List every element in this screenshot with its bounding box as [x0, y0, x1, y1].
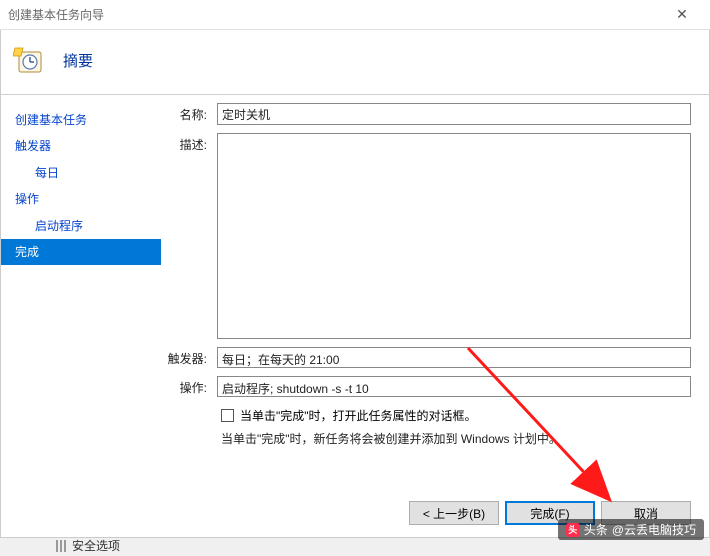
action-label: 操作: — [161, 376, 207, 396]
sidebar-item-create-task[interactable]: 创建基本任务 — [1, 107, 161, 133]
back-button[interactable]: < 上一步(B) — [409, 501, 499, 525]
sidebar-item-action[interactable]: 操作 — [1, 186, 161, 212]
background-peek-label: 安全选项 — [72, 537, 120, 554]
sidebar-item-finish[interactable]: 完成 — [1, 239, 161, 265]
background-peek: 安全选项 — [56, 537, 120, 554]
window-title: 创建基本任务向导 — [8, 6, 662, 23]
finish-hint: 当单击"完成"时，新任务将会被创建并添加到 Windows 计划中。 — [217, 430, 691, 447]
name-label: 名称: — [161, 103, 207, 123]
watermark: 头 头条 @云丢电脑技巧 — [558, 519, 704, 540]
name-input[interactable] — [217, 103, 691, 125]
watermark-text: @云丢电脑技巧 — [612, 521, 696, 538]
wizard-steps-sidebar: 创建基本任务 触发器 每日 操作 启动程序 完成 — [1, 95, 161, 489]
page-title: 摘要 — [63, 50, 93, 71]
trigger-label: 触发器: — [161, 347, 207, 367]
trigger-value[interactable]: 每日；在每天的 21:00 — [217, 347, 691, 368]
sidebar-item-daily[interactable]: 每日 — [1, 160, 161, 186]
action-value[interactable]: 启动程序; shutdown -s -t 10 — [217, 376, 691, 397]
watermark-prefix: 头条 — [584, 521, 608, 538]
close-icon[interactable]: ✕ — [662, 6, 702, 23]
wizard-clock-icon — [13, 44, 45, 76]
watermark-logo-icon: 头 — [566, 523, 580, 537]
sidebar-item-trigger[interactable]: 触发器 — [1, 133, 161, 159]
open-properties-label: 当单击"完成"时，打开此任务属性的对话框。 — [240, 407, 477, 424]
desc-label: 描述: — [161, 133, 207, 153]
description-textarea[interactable] — [217, 133, 691, 339]
sidebar-item-start-program[interactable]: 启动程序 — [1, 213, 161, 239]
open-properties-checkbox[interactable] — [221, 409, 234, 422]
